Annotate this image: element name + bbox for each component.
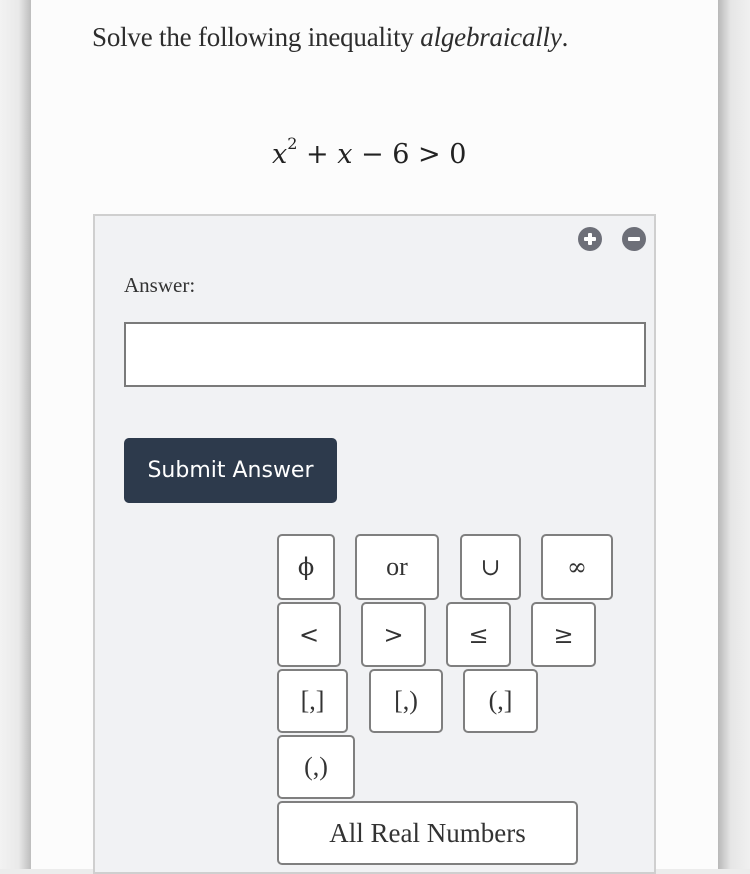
key-less-equal[interactable]: ≤: [446, 602, 511, 667]
question-prompt: Solve the following inequality algebraic…: [92, 22, 568, 53]
page-background-left: [0, 0, 31, 869]
equation-op: +: [297, 139, 338, 170]
equation-exponent: 2: [287, 134, 298, 153]
key-empty-set[interactable]: ϕ: [277, 534, 335, 600]
key-union[interactable]: ∪: [460, 534, 521, 600]
equation-var: x: [272, 139, 288, 170]
prompt-period: .: [561, 22, 569, 52]
equation-var2: x: [337, 139, 353, 170]
key-greater-equal[interactable]: ≥: [531, 602, 596, 667]
page-background-right: [718, 0, 750, 869]
key-greater-than[interactable]: >: [361, 602, 426, 667]
expand-button[interactable]: [578, 227, 602, 251]
key-open-interval[interactable]: (,): [277, 735, 355, 799]
answer-input[interactable]: [124, 322, 646, 387]
key-open-closed-interval[interactable]: (,]: [463, 669, 538, 733]
inequality-equation: x2 + x − 6 > 0: [272, 134, 467, 170]
key-or[interactable]: or: [355, 534, 439, 600]
collapse-button[interactable]: [622, 227, 646, 251]
key-all-real-numbers[interactable]: All Real Numbers: [277, 801, 578, 865]
key-less-than[interactable]: <: [277, 602, 341, 667]
key-infinity[interactable]: ∞: [541, 534, 613, 600]
answer-label: Answer:: [124, 273, 196, 297]
equation-rest: − 6 > 0: [352, 139, 467, 170]
key-closed-open-interval[interactable]: [,): [369, 669, 443, 733]
key-closed-interval[interactable]: [,]: [277, 669, 348, 733]
prompt-emphasis: algebraically: [420, 22, 562, 52]
prompt-text: Solve the following inequality: [92, 22, 421, 52]
submit-answer-button[interactable]: Submit Answer: [124, 438, 337, 503]
